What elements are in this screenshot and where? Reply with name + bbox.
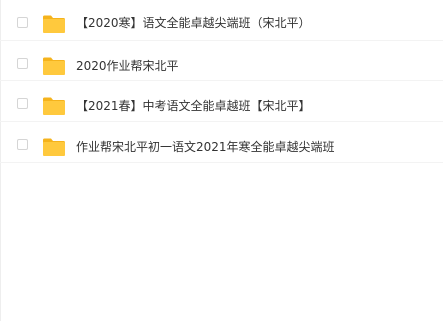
file-browser-page: 【2020寒】语文全能卓越尖端班（宋北平） 2020作业帮宋北平 【2021春】… [0, 0, 443, 321]
file-row[interactable]: 作业帮宋北平初一语文2021年寒全能卓越尖端班 [0, 122, 443, 163]
folder-name[interactable]: 【2021春】中考语文全能卓越班【宋北平】 [76, 98, 311, 114]
row-checkbox[interactable] [17, 139, 28, 150]
folder-icon [43, 138, 65, 156]
file-list: 【2020寒】语文全能卓越尖端班（宋北平） 2020作业帮宋北平 【2021春】… [0, 0, 443, 163]
file-row[interactable]: 【2021春】中考语文全能卓越班【宋北平】 [0, 81, 443, 122]
file-row[interactable]: 2020作业帮宋北平 [0, 41, 443, 81]
folder-name[interactable]: 【2020寒】语文全能卓越尖端班（宋北平） [76, 15, 311, 31]
folder-name[interactable]: 2020作业帮宋北平 [76, 58, 179, 74]
folder-name[interactable]: 作业帮宋北平初一语文2021年寒全能卓越尖端班 [76, 139, 335, 155]
folder-icon [43, 57, 65, 75]
file-row[interactable]: 【2020寒】语文全能卓越尖端班（宋北平） [0, 0, 443, 41]
row-checkbox[interactable] [17, 17, 28, 28]
row-checkbox[interactable] [17, 98, 28, 109]
folder-icon [43, 97, 65, 115]
row-checkbox[interactable] [17, 58, 28, 69]
folder-icon [43, 15, 65, 33]
